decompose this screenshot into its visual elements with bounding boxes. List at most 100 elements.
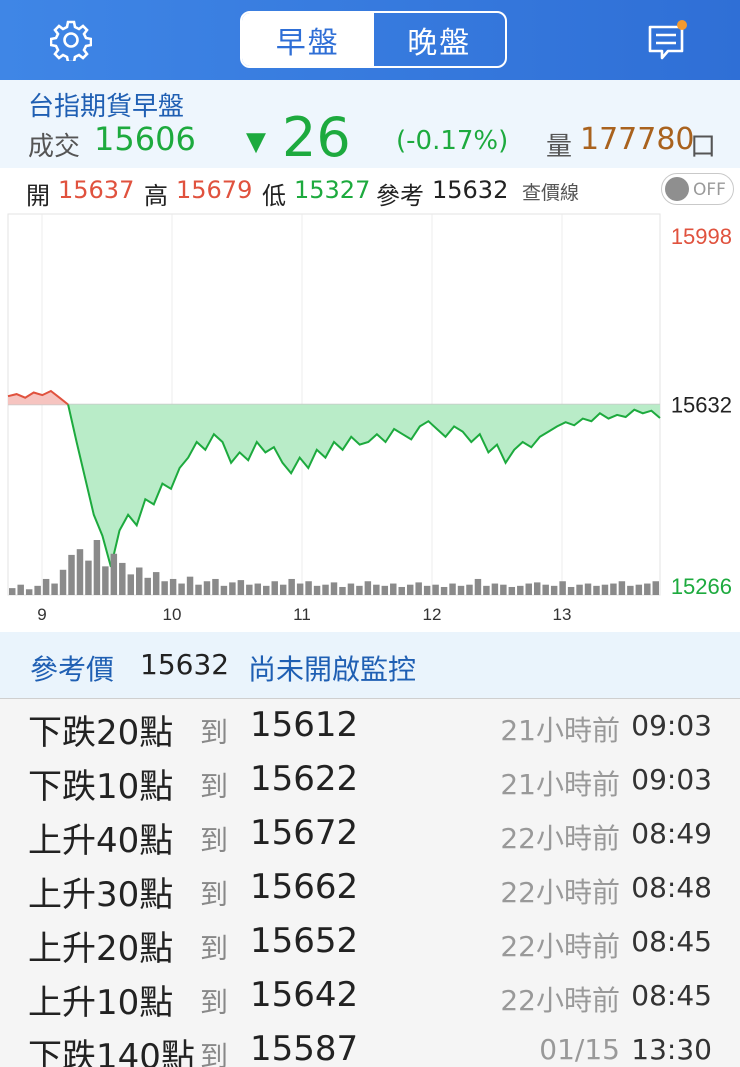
alert-price: 15642 [250,975,359,1015]
high-value: 15679 [176,176,253,204]
volume-bar [356,585,363,595]
volume-bar [68,554,75,595]
alert-to: 到 [200,1040,229,1067]
volume-bar [406,584,414,595]
volume-bar [390,583,397,595]
alert-ago: 21小時前 [500,714,620,747]
volume-label: 量 [546,132,573,162]
volume-bar [305,581,312,595]
deal-value: 15606 [94,120,196,158]
volume-bar [93,540,101,595]
list-item[interactable]: 上升20點 到 15652 22小時前 08:45 [0,915,740,969]
volume-bar [457,585,465,595]
alert-to: 到 [200,770,229,803]
volume-bar [542,584,549,595]
alert-price: 15612 [250,705,359,745]
volume-bar [186,576,194,595]
alert-to: 到 [200,986,229,1019]
volume-bar [500,584,507,595]
volume-bar [398,586,405,595]
alert-to: 到 [200,824,229,857]
volume-bar [339,586,346,595]
volume-bar [127,574,135,595]
volume-bar [483,585,490,595]
y-label-ref: 15632 [671,393,732,418]
volume-bar [85,560,92,595]
list-item[interactable]: 下跌20點 到 15612 21小時前 09:03 [0,699,740,753]
monitor-status[interactable]: 尚未開啟監控 [248,648,416,688]
toggle-knob [665,177,689,201]
alert-time: 08:48 [631,871,712,904]
alert-price: 15622 [250,759,359,799]
volume-bar [466,584,473,595]
gear-icon[interactable] [49,19,93,64]
volume-bar [237,580,245,595]
alert-time: 08:45 [631,979,712,1012]
volume-bar [203,581,211,595]
list-item[interactable]: 上升40點 到 15672 22小時前 08:49 [0,807,740,861]
alert-time: 08:45 [631,925,712,958]
volume-bar [491,583,499,595]
volume-bar [423,585,431,595]
volume-bar [364,581,372,595]
alert-time: 08:49 [631,817,712,850]
volume-bar [102,566,109,595]
alert-direction: 下跌10點 [28,767,174,807]
volume-bar [17,584,24,595]
reference-value: 15632 [140,648,230,681]
volume-bar [76,549,84,595]
volume-bar [635,584,643,595]
alert-price: 15652 [250,921,359,961]
alert-time: 09:03 [631,763,712,796]
price-line-toggle[interactable]: OFF [661,173,734,205]
ref-label: 參考 [376,182,424,210]
volume-bar [559,581,566,595]
volume-value: 177780 [580,122,695,157]
x-tick-label: 9 [37,605,46,624]
alert-direction: 上升10點 [28,983,174,1023]
alert-price: 15672 [250,813,359,853]
list-item[interactable]: 上升10點 到 15642 22小時前 08:45 [0,969,740,1023]
down-area [68,404,661,567]
volume-bar [440,586,448,595]
tab-morning[interactable]: 早盤 [242,13,374,66]
x-tick-label: 12 [423,605,442,624]
volume-bar [601,584,609,595]
change-percent: (-0.17%) [396,126,509,156]
volume-bar [618,581,626,595]
volume-bar [51,583,58,595]
alert-direction: 下跌140點 [28,1037,195,1067]
alert-list: 下跌20點 到 15612 21小時前 09:03 下跌10點 到 15622 … [0,698,740,1067]
volume-bar [25,589,33,595]
volume-bar [246,584,253,595]
list-item[interactable]: 下跌10點 到 15622 21小時前 09:03 [0,753,740,807]
volume-unit: 口 [690,132,717,162]
volume-bar [627,585,634,595]
tab-night[interactable]: 晚盤 [374,13,506,66]
contract-name: 台指期貨早盤 [28,92,185,122]
list-item[interactable]: 下跌140點 到 15587 01/15 13:30 [0,1023,740,1067]
list-item[interactable]: 上升30點 到 15662 22小時前 08:48 [0,861,740,915]
volume-bar [220,585,228,595]
volume-bar [288,578,295,595]
chat-icon[interactable] [646,20,692,62]
alert-time: 13:30 [631,1033,712,1066]
volume-bar [449,583,456,595]
volume-bar [110,553,118,595]
volume-bar [584,583,592,595]
volume-bar [533,582,541,595]
volume-bar [254,583,262,595]
deal-label: 成交 [28,132,81,162]
alert-ago: 22小時前 [500,822,620,855]
volume-bar [271,581,278,595]
alert-time: 09:03 [631,709,712,742]
volume-bar [279,584,287,595]
high-label: 高 [144,182,168,210]
volume-bar [508,586,516,595]
volume-bar [373,584,380,595]
volume-bar [313,585,321,595]
volume-bar [644,583,651,595]
toggle-label: OFF [693,180,726,200]
x-tick-label: 10 [163,605,182,624]
ohlc-row: 開 15637 高 15679 低 15327 參考 15632 查價線 [0,168,740,210]
